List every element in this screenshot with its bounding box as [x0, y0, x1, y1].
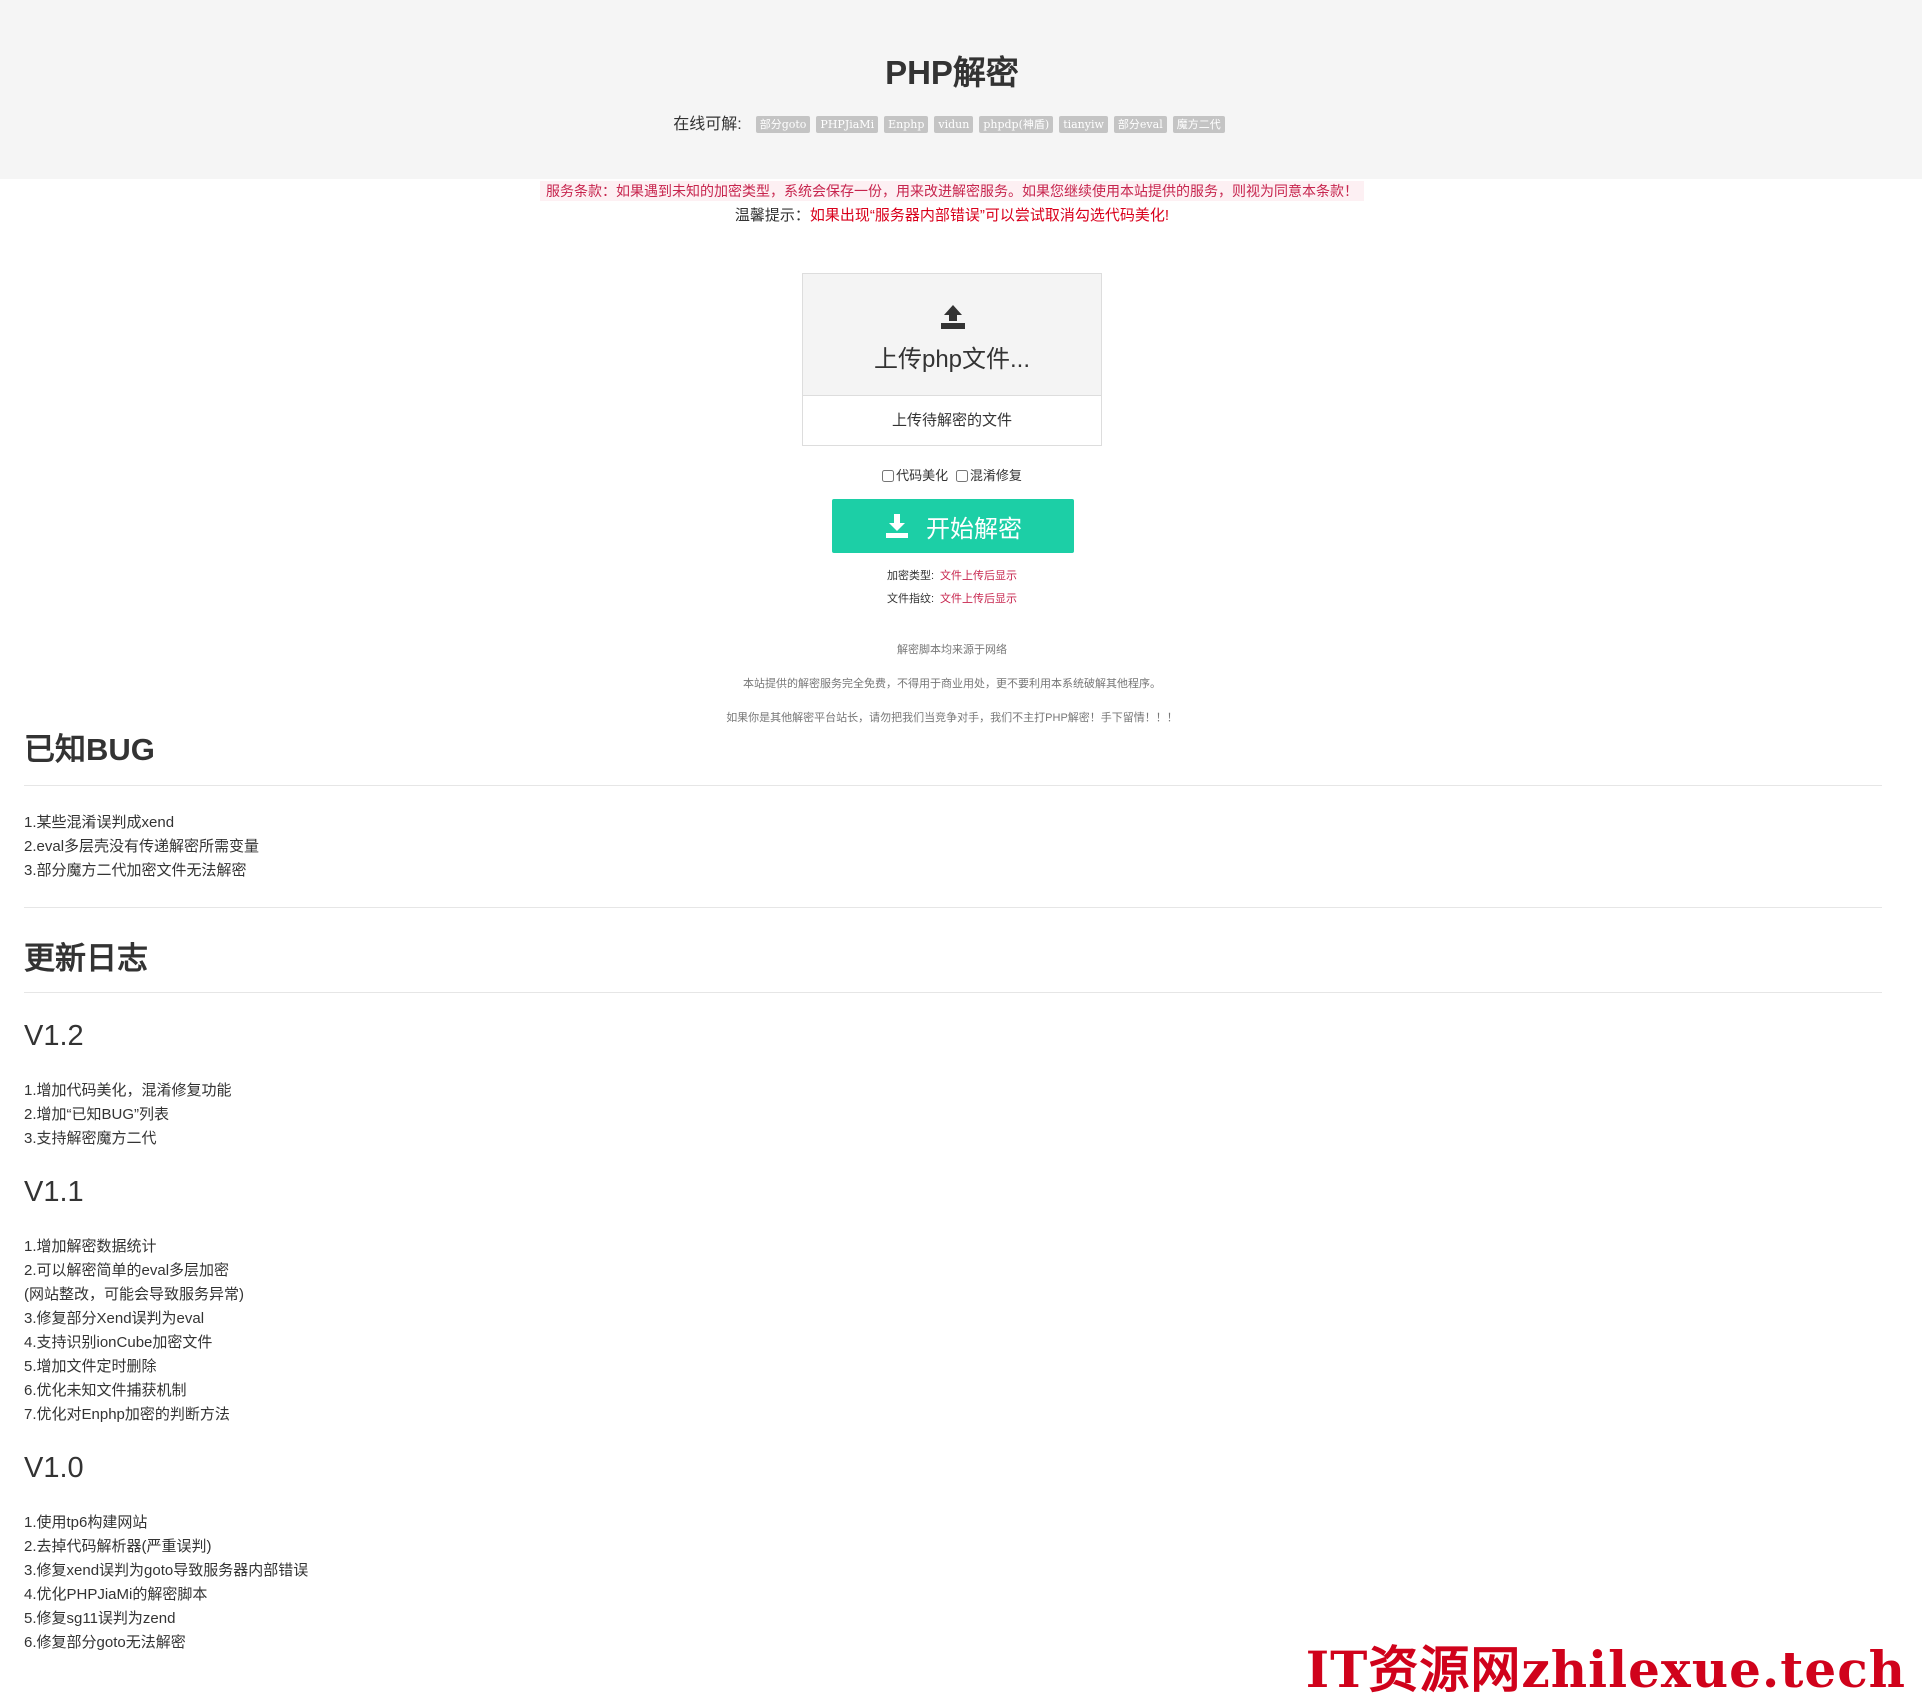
list-item: 1.增加解密数据统计: [24, 1238, 157, 1255]
start-decrypt-button[interactable]: 开始解密: [832, 499, 1074, 553]
list-item: 2.增加“已知BUG”列表: [24, 1106, 170, 1123]
download-icon: [886, 514, 908, 538]
beautify-checkbox[interactable]: [882, 470, 895, 482]
list-item: 5.修复sg11误判为zend: [24, 1610, 176, 1627]
type-tag: tianyiw: [1059, 116, 1108, 134]
file-fingerprint-value: 文件上传后显示: [940, 593, 1018, 605]
list-item: 3.部分魔方二代加密文件无法解密: [24, 862, 247, 879]
list-item: 3.修复部分Xend误判为eval: [24, 1310, 205, 1327]
encryption-type-row: 加密类型: 文件上传后显示: [0, 567, 1904, 583]
beautify-option[interactable]: 代码美化: [882, 468, 948, 483]
supported-types: 在线可解: 部分goto PHPJiaMi Enphp vidun phpdp(神盾) ti…: [0, 110, 1904, 134]
version-heading: V1.0: [24, 1452, 84, 1484]
file-fingerprint-label: 文件指纹:: [886, 593, 935, 605]
list-item: 1.增加代码美化，混淆修复功能: [24, 1082, 232, 1099]
list-item: 5.增加文件定时删除: [24, 1358, 157, 1375]
known-bugs-list: 1.某些混淆误判成xend 2.eval多层壳没有传递解密所需变量 3.部分魔方…: [24, 811, 1881, 883]
list-item: 1.使用tp6构建网站: [24, 1514, 148, 1531]
version-changes: 1.增加解密数据统计 2.可以解密简单的eval多层加密 (网站整改，可能会导致…: [24, 1235, 1881, 1427]
list-item: 3.修复xend误判为goto导致服务器内部错误: [24, 1562, 309, 1579]
terms-notice: 服务条款：如果遇到未知的加密类型，系统会保存一份，用来改进解密服务。如果您继续使…: [0, 181, 1904, 201]
divider: [24, 907, 1882, 908]
changelog-heading: 更新日志: [24, 941, 148, 976]
version-heading: V1.1: [24, 1176, 84, 1208]
beautify-label: 代码美化: [896, 468, 949, 483]
type-tag: 部分goto: [755, 116, 811, 134]
terms-text: 服务条款：如果遇到未知的加密类型，系统会保存一份，用来改进解密服务。如果您继续使…: [540, 181, 1364, 201]
type-tag: phpdp(神盾): [979, 116, 1054, 134]
supported-label: 在线可解:: [673, 116, 742, 133]
upload-icon: [941, 305, 965, 329]
type-tag: Enphp: [884, 116, 929, 134]
tip-notice: 温馨提示：如果出现“服务器内部错误”可以尝试取消勾选代码美化!: [0, 204, 1904, 225]
type-tag: 魔方二代: [1172, 116, 1225, 134]
start-decrypt-label: 开始解密: [926, 515, 1022, 543]
deobfuscate-checkbox[interactable]: [955, 470, 968, 482]
version-heading: V1.2: [24, 1020, 84, 1052]
tip-text: 如果出现“服务器内部错误”可以尝试取消勾选代码美化!: [809, 207, 1170, 224]
list-item: 7.优化对Enphp加密的判断方法: [24, 1406, 230, 1423]
upload-subtitle: 上传待解密的文件: [891, 412, 1012, 429]
upload-dropzone[interactable]: 上传php文件...: [803, 274, 1101, 396]
disclaimer-line: 如果你是其他解密平台站长，请勿把我们当竞争对手，我们不主打PHP解密！手下留情！…: [726, 712, 1178, 724]
list-item: 2.可以解密简单的eval多层加密: [24, 1262, 230, 1279]
known-bugs-heading: 已知BUG: [24, 732, 155, 767]
list-item: (网站整改，可能会导致服务异常): [24, 1286, 244, 1303]
divider: [24, 785, 1882, 786]
decrypt-options: 代码美化 混淆修复: [0, 465, 1904, 484]
upload-title: 上传php文件...: [873, 346, 1031, 373]
type-tag: 部分eval: [1113, 116, 1167, 134]
watermark: IT资源网zhilexue.tech: [1305, 1640, 1906, 1699]
list-item: 3.支持解密魔方二代: [24, 1130, 157, 1147]
list-item: 2.去掉代码解析器(严重误判): [24, 1538, 212, 1555]
encryption-type-value: 文件上传后显示: [940, 570, 1018, 582]
deobfuscate-option[interactable]: 混淆修复: [955, 468, 1022, 483]
list-item: 2.eval多层壳没有传递解密所需变量: [24, 838, 260, 855]
list-item: 6.优化未知文件捕获机制: [24, 1382, 187, 1399]
divider: [24, 992, 1882, 993]
list-item: 4.支持识别ionCube加密文件: [24, 1334, 213, 1351]
tip-label: 温馨提示：: [734, 207, 810, 224]
type-tag: vidun: [934, 116, 974, 134]
file-fingerprint-row: 文件指纹: 文件上传后显示: [0, 590, 1904, 606]
list-item: 4.优化PHPJiaMi的解密脚本: [24, 1586, 208, 1603]
file-upload-area[interactable]: 上传php文件... 上传待解密的文件: [802, 273, 1102, 446]
list-item: 1.某些混淆误判成xend: [24, 814, 175, 831]
disclaimer-line: 本站提供的解密服务完全免费，不得用于商业用处，更不要利用本系统破解其他程序。: [743, 678, 1161, 690]
disclaimer-line: 解密脚本均来源于网络: [897, 644, 1007, 656]
type-tag: PHPJiaMi: [816, 116, 879, 134]
encryption-type-label: 加密类型:: [886, 570, 935, 582]
page-title: PHP解密: [885, 54, 1019, 91]
version-changes: 1.增加代码美化，混淆修复功能 2.增加“已知BUG”列表 3.支持解密魔方二代: [24, 1079, 1881, 1151]
deobfuscate-label: 混淆修复: [969, 468, 1022, 483]
